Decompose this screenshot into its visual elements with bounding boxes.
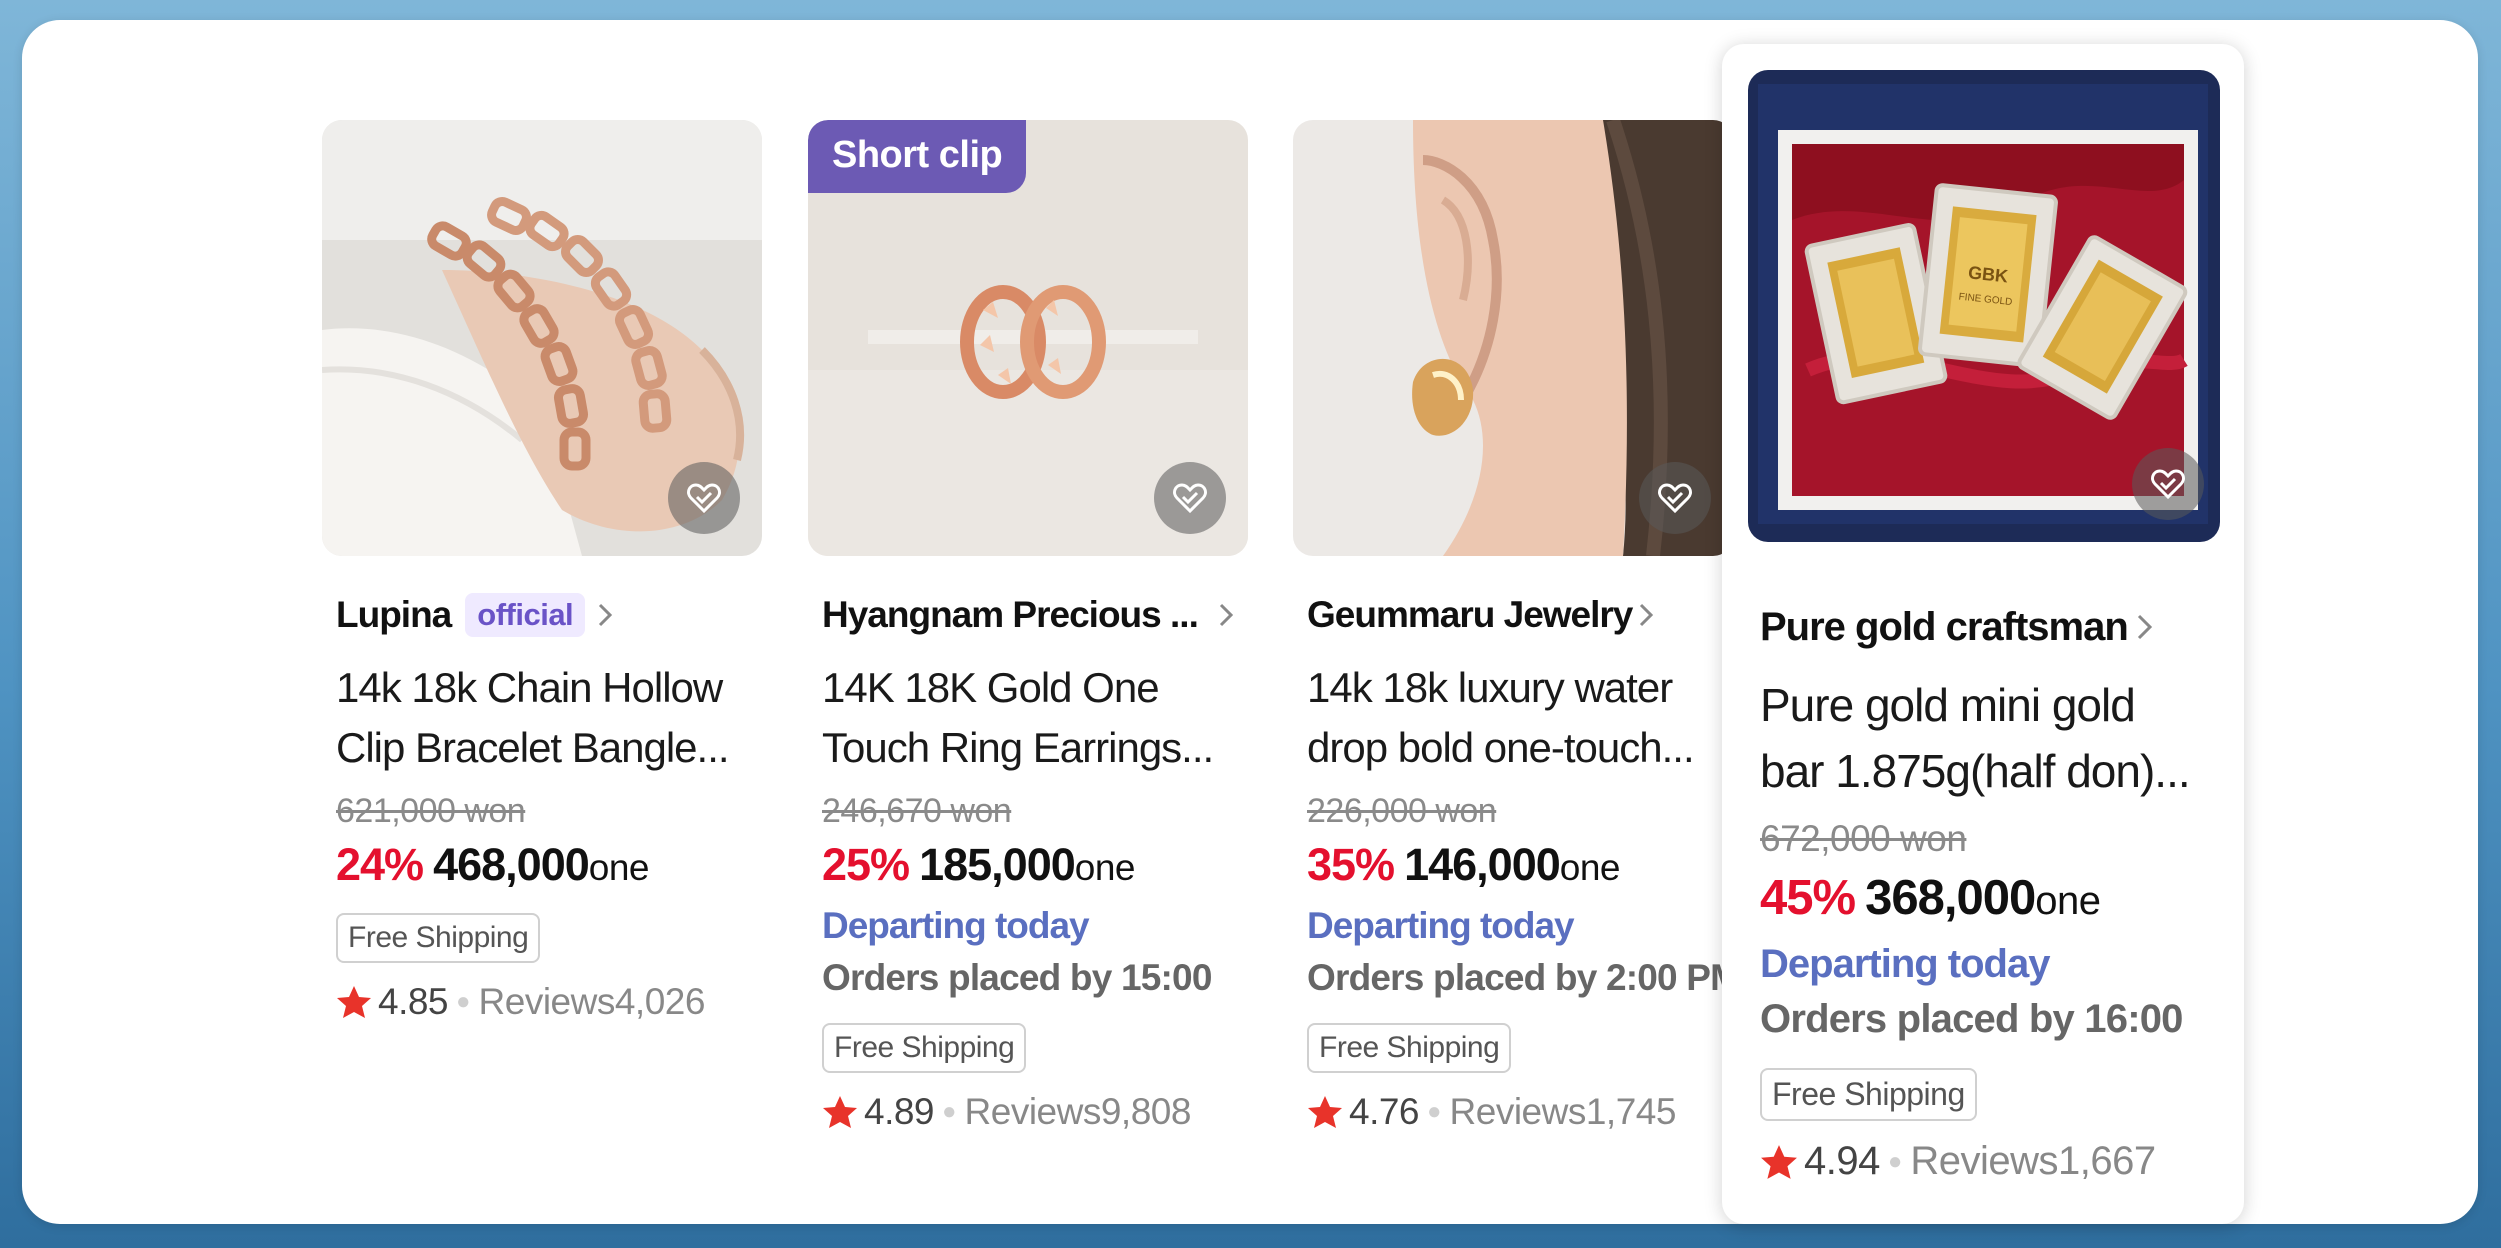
price-row: 24% 468,000 one [336, 839, 766, 891]
sale-price: 368,000 [1865, 871, 2036, 925]
discount-rate: 25% [822, 839, 910, 890]
seller-link[interactable]: Hyangnam Precious ... [822, 590, 1252, 640]
price-row: 25% 185,000 one [822, 839, 1252, 891]
seller-link[interactable]: Geummaru Jewelry [1307, 590, 1747, 640]
reviews-label: Reviews [1449, 1091, 1587, 1132]
chevron-right-icon [2136, 613, 2154, 641]
price-unit: one [2035, 879, 2101, 923]
star-icon [822, 1095, 858, 1129]
discount-rate: 24% [336, 839, 424, 890]
price-unit: one [1559, 847, 1621, 888]
short-clip-badge: Short clip [808, 120, 1027, 193]
separator-dot: ● [456, 988, 471, 1015]
reviews-count: 9,808 [1100, 1091, 1192, 1132]
reviews-label: Reviews [478, 981, 616, 1022]
reviews-count: 1,745 [1585, 1091, 1677, 1132]
product-card[interactable]: Geummaru Jewelry 14k 18k luxury water dr… [1271, 98, 1741, 1178]
separator-dot: ● [1887, 1147, 1903, 1175]
star-icon [336, 985, 372, 1019]
departing-today-label: Departing today [822, 905, 1090, 946]
product-card[interactable]: Short clip Hyangnam Precious ... 14K 18K… [786, 98, 1248, 1178]
wishlist-heart-icon[interactable] [1639, 462, 1711, 534]
price-row: 45% 368,000 one [1760, 870, 2230, 926]
original-price: 246,670 won [822, 792, 1012, 830]
order-cutoff-text: Orders placed by 15:00 [822, 957, 1212, 998]
original-price: 226,000 won [1307, 792, 1497, 830]
rating-value: 4.94 [1804, 1139, 1880, 1183]
order-cutoff-text: Orders placed by 16:00 [1760, 997, 2183, 1041]
reviews-count: 4,026 [614, 981, 706, 1022]
seller-link[interactable]: Pure gold craftsman [1760, 600, 2230, 654]
price-row: 35% 146,000 one [1307, 839, 1747, 891]
rating-row: 4.85 ● Reviews 4,026 [336, 981, 766, 1023]
product-title[interactable]: Pure gold mini gold bar 1.875g(half don)… [1760, 672, 2230, 804]
gold-bar-text: GBK [1967, 262, 2009, 286]
product-carousel: Lupina official 14k 18k Chain Hollow Cli… [22, 20, 2478, 1224]
original-price: 621,000 won [336, 792, 526, 830]
free-shipping-badge: Free Shipping [336, 913, 541, 963]
departing-today-label: Departing today [1307, 905, 1575, 946]
price-unit: one [1074, 847, 1136, 888]
reviews-label: Reviews [964, 1091, 1102, 1132]
wishlist-heart-icon[interactable] [2132, 448, 2204, 520]
original-price: 672,000 won [1760, 818, 1967, 859]
free-shipping-badge: Free Shipping [1307, 1023, 1512, 1073]
separator-dot: ● [1427, 1098, 1442, 1125]
discount-rate: 35% [1307, 839, 1395, 890]
order-cutoff-text: Orders placed by 2:00 PM [1307, 957, 1741, 998]
rating-value: 4.76 [1349, 1091, 1420, 1132]
product-title[interactable]: 14k 18k luxury water drop bold one-touch… [1307, 658, 1747, 778]
rating-value: 4.89 [864, 1091, 935, 1132]
sale-price: 146,000 [1404, 839, 1561, 890]
reviews-count: 1,667 [2058, 1139, 2156, 1183]
product-card[interactable]: Lupina official 14k 18k Chain Hollow Cli… [300, 98, 762, 1058]
rating-value: 4.85 [378, 981, 449, 1022]
reviews-label: Reviews [1910, 1139, 2059, 1183]
free-shipping-badge: Free Shipping [1760, 1068, 1977, 1121]
star-icon [1307, 1095, 1343, 1129]
wishlist-heart-icon[interactable] [668, 462, 740, 534]
seller-name[interactable]: Lupina [336, 594, 452, 636]
official-badge: official [465, 593, 586, 637]
wishlist-heart-icon[interactable] [1154, 462, 1226, 534]
seller-name[interactable]: Pure gold craftsman [1760, 605, 2129, 650]
product-card-highlighted[interactable]: GBK FINE GOLD Pure gold craftsman Pure g… [1722, 44, 2244, 1224]
seller-name[interactable]: Geummaru Jewelry [1307, 594, 1633, 636]
discount-rate: 45% [1760, 871, 1856, 925]
chevron-right-icon [1218, 602, 1234, 628]
rating-row: 4.76 ● Reviews 1,745 [1307, 1091, 1747, 1133]
separator-dot: ● [942, 1098, 957, 1125]
seller-name[interactable]: Hyangnam Precious ... [822, 594, 1199, 636]
sale-price: 185,000 [919, 839, 1076, 890]
departing-today-label: Departing today [1760, 942, 2050, 986]
sale-price: 468,000 [433, 839, 590, 890]
star-icon [1760, 1144, 1798, 1180]
chevron-right-icon [597, 602, 613, 628]
rating-row: 4.94 ● Reviews 1,667 [1760, 1139, 2230, 1184]
price-unit: one [588, 847, 650, 888]
seller-link[interactable]: Lupina official [336, 590, 766, 640]
product-title[interactable]: 14k 18k Chain Hollow Clip Bracelet Bangl… [336, 658, 766, 778]
free-shipping-badge: Free Shipping [822, 1023, 1027, 1073]
rating-row: 4.89 ● Reviews 9,808 [822, 1091, 1252, 1133]
chevron-right-icon [1638, 602, 1654, 628]
product-title[interactable]: 14K 18K Gold One Touch Ring Earrings... [822, 658, 1252, 778]
